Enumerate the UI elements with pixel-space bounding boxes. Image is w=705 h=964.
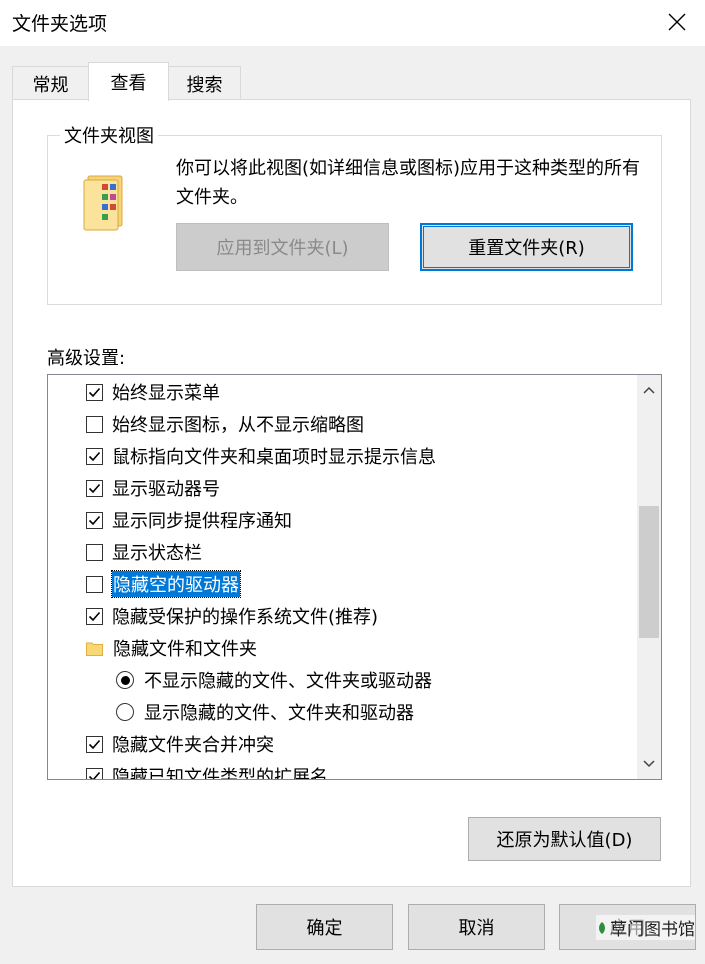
list-item-label: 不显示隐藏的文件、文件夹或驱动器 (144, 671, 432, 692)
list-item-label: 显示驱动器号 (112, 479, 220, 500)
chevron-down-icon (643, 760, 655, 768)
scroll-thumb[interactable] (639, 506, 659, 638)
tab-search-label: 搜索 (186, 74, 223, 96)
check-icon (88, 611, 101, 621)
folder-views-label: 文件夹视图 (60, 122, 158, 148)
check-icon (88, 771, 101, 779)
reset-folders-label: 重置文件夹(R) (468, 238, 585, 259)
list-scrollbar[interactable] (637, 375, 661, 779)
scroll-up-button[interactable] (637, 375, 661, 405)
title-bar: 文件夹选项 (0, 0, 705, 46)
tab-view[interactable]: 查看 (88, 62, 169, 101)
list-item-label: 始终显示菜单 (112, 383, 220, 404)
list-item-hide-empty-drives[interactable]: 隐藏空的驱动器 (86, 568, 241, 600)
apply-to-folders-label: 应用到文件夹(L) (216, 238, 349, 259)
list-item-label: 隐藏文件夹合并冲突 (112, 735, 274, 756)
checkbox[interactable] (86, 767, 103, 779)
check-icon (88, 515, 101, 525)
list-item-hidden-files-group: 隐藏文件和文件夹 (86, 632, 257, 664)
checkbox[interactable] (86, 735, 103, 753)
chevron-up-icon (643, 386, 655, 394)
list-item-label: 显示状态栏 (112, 543, 202, 564)
tab-general-label: 常规 (32, 74, 69, 96)
checkbox[interactable] (86, 383, 103, 401)
close-button[interactable] (655, 2, 699, 42)
close-icon (668, 13, 686, 31)
cancel-label: 取消 (458, 918, 495, 939)
watermark-logo-icon (599, 921, 605, 934)
list-item-hide-folder-merge-conflicts[interactable]: 隐藏文件夹合并冲突 (86, 728, 274, 760)
list-item-label: 显示隐藏的文件、文件夹和驱动器 (144, 703, 414, 724)
checkbox[interactable] (86, 543, 103, 561)
folder-views-group: 文件夹视图 你可以将此视图(如详细信息或图标)应用于这种类型的所有文件夹。 应用… (47, 122, 662, 305)
list-item-label: 隐藏文件和文件夹 (113, 639, 257, 660)
radio-dot (120, 675, 130, 685)
list-item-show-hidden[interactable]: 显示隐藏的文件、文件夹和驱动器 (116, 696, 414, 728)
advanced-settings-list[interactable]: 始终显示菜单 始终显示图标，从不显示缩略图 鼠标指向文件夹和桌面项时显示提示信息… (47, 374, 662, 780)
ok-label: 确定 (306, 918, 343, 939)
tab-view-label: 查看 (110, 73, 147, 94)
watermark: 草门图书馆 (596, 915, 695, 940)
watermark-text: 草门图书馆 (610, 920, 695, 940)
folder-icon (86, 642, 103, 656)
list-item-show-sync-notifications[interactable]: 显示同步提供程序通知 (86, 504, 292, 536)
checkbox[interactable] (86, 575, 103, 593)
check-icon (88, 451, 101, 461)
list-item-hide-extensions[interactable]: 隐藏已知文件类型的扩展名 (86, 760, 328, 780)
list-item-hide-protected-os-files[interactable]: 隐藏受保护的操作系统文件(推荐) (86, 600, 378, 632)
advanced-settings-label: 高级设置: (47, 348, 126, 369)
list-item-label: 显示同步提供程序通知 (112, 511, 292, 532)
reset-folders-button[interactable]: 重置文件夹(R) (420, 223, 633, 271)
window-title: 文件夹选项 (12, 13, 108, 35)
view-tab-panel: 文件夹视图 你可以将此视图(如详细信息或图标)应用于这种类型的所有文件夹。 应用… (12, 99, 691, 887)
restore-defaults-button[interactable]: 还原为默认值(D) (468, 817, 661, 861)
scroll-down-button[interactable] (637, 749, 661, 779)
tab-general[interactable]: 常规 (12, 66, 89, 100)
ok-button[interactable]: 确定 (256, 904, 393, 950)
restore-defaults-label: 还原为默认值(D) (496, 830, 633, 851)
checkbox[interactable] (86, 447, 103, 465)
list-item-label: 鼠标指向文件夹和桌面项时显示提示信息 (112, 447, 436, 468)
list-item-label: 隐藏受保护的操作系统文件(推荐) (112, 607, 379, 628)
checkbox[interactable] (86, 479, 103, 497)
list-item-label-selected: 隐藏空的驱动器 (111, 570, 241, 598)
list-item-show-drive-letters[interactable]: 显示驱动器号 (86, 472, 220, 504)
list-item-show-popup-description[interactable]: 鼠标指向文件夹和桌面项时显示提示信息 (86, 440, 436, 472)
list-item-show-status-bar[interactable]: 显示状态栏 (86, 536, 202, 568)
list-item-always-show-icons[interactable]: 始终显示图标，从不显示缩略图 (86, 408, 364, 440)
checkbox[interactable] (86, 511, 103, 529)
apply-to-folders-button[interactable]: 应用到文件夹(L) (176, 223, 389, 271)
tab-search[interactable]: 搜索 (168, 66, 241, 100)
folder-views-icon (82, 174, 126, 236)
cancel-button[interactable]: 取消 (408, 904, 545, 950)
list-item-always-show-menus[interactable]: 始终显示菜单 (86, 376, 220, 408)
list-item-dont-show-hidden[interactable]: 不显示隐藏的文件、文件夹或驱动器 (116, 664, 432, 696)
radio-button[interactable] (116, 671, 134, 689)
list-item-label: 始终显示图标，从不显示缩略图 (112, 415, 364, 436)
folder-views-description: 你可以将此视图(如详细信息或图标)应用于这种类型的所有文件夹。 (176, 158, 641, 208)
radio-button[interactable] (116, 703, 134, 721)
checkbox[interactable] (86, 415, 103, 433)
check-icon (88, 483, 101, 493)
checkbox[interactable] (86, 607, 103, 625)
list-item-label: 隐藏已知文件类型的扩展名 (112, 767, 328, 780)
check-icon (88, 739, 101, 749)
check-icon (88, 387, 101, 397)
